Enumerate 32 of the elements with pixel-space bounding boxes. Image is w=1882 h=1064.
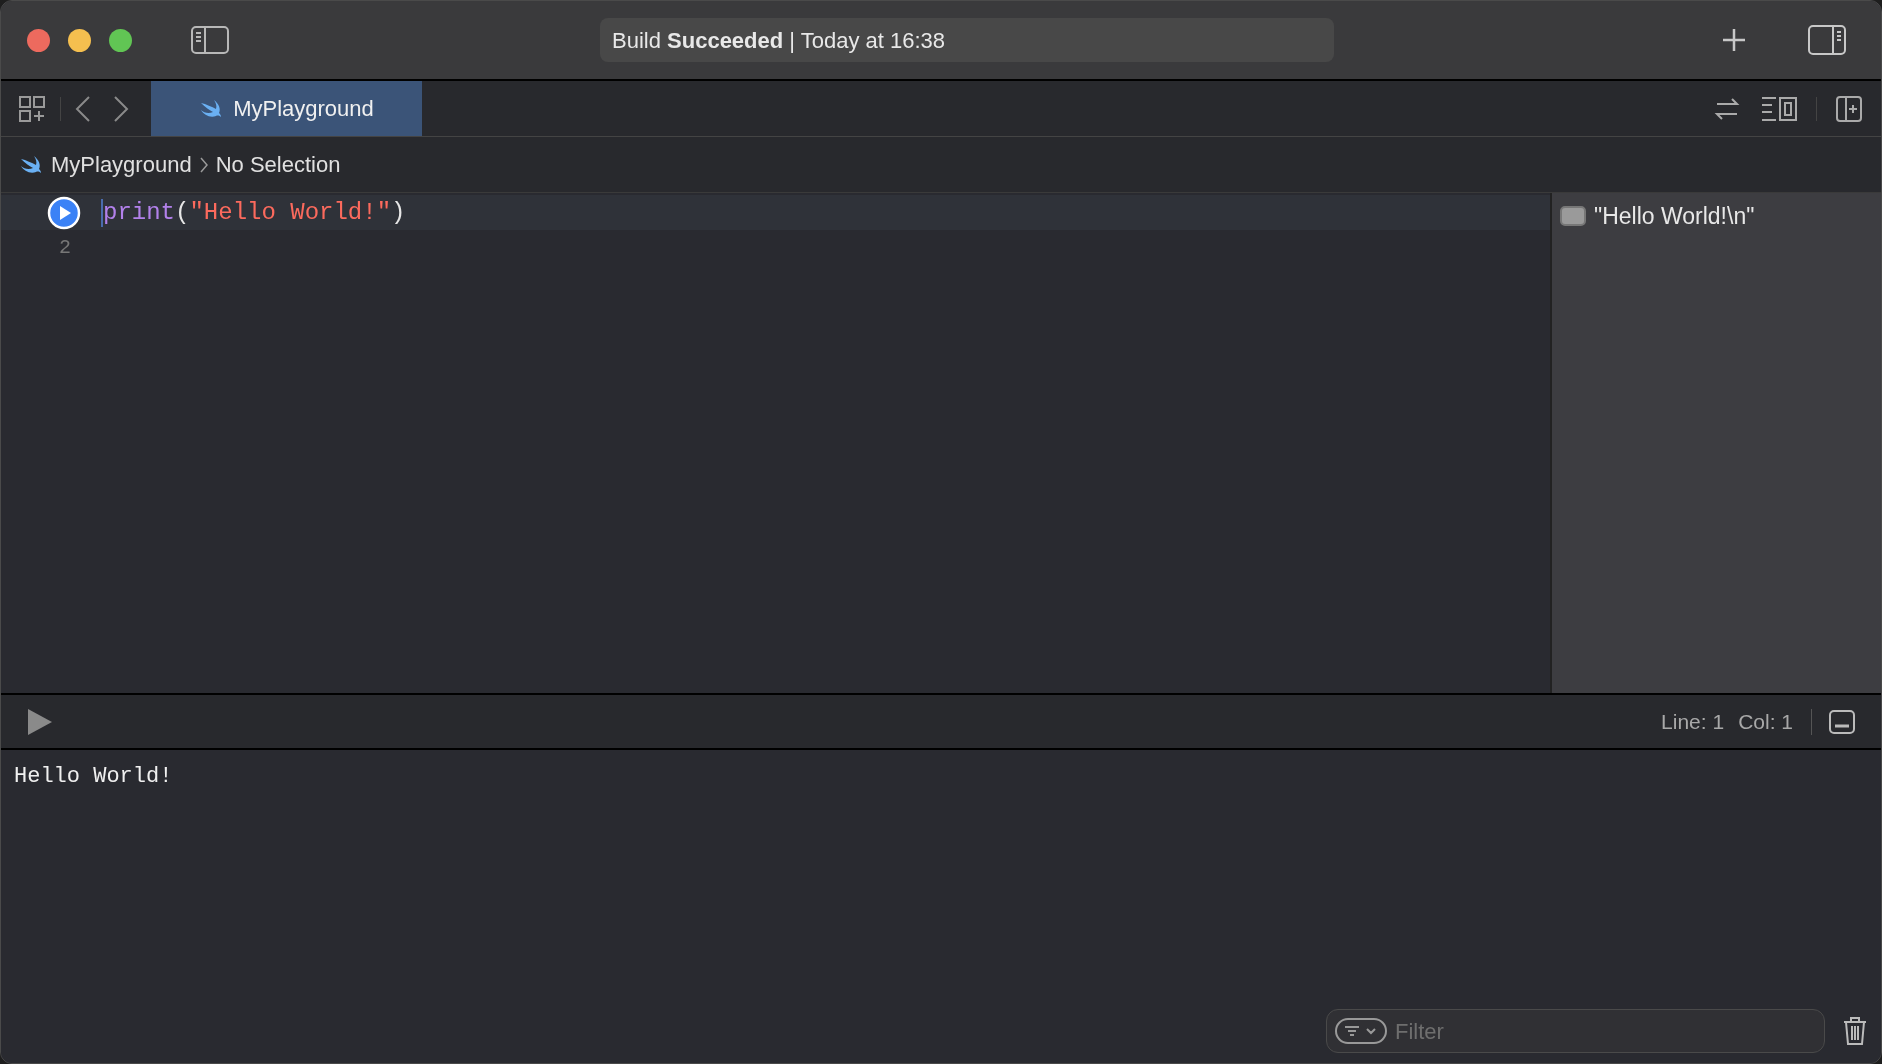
sidebar-toggle-icon[interactable]: [190, 25, 230, 55]
minimize-button[interactable]: [68, 28, 91, 52]
result-value: "Hello World!\n": [1594, 201, 1755, 231]
swift-icon: [199, 98, 224, 119]
zoom-button[interactable]: [109, 28, 132, 52]
editor-layout-icon[interactable]: [1760, 94, 1798, 123]
add-editor-icon[interactable]: [1835, 94, 1863, 123]
play-icon[interactable]: [26, 706, 54, 737]
trash-icon[interactable]: [1843, 1016, 1867, 1046]
forward-icon[interactable]: [113, 94, 129, 123]
code-line: print("Hello World!"): [103, 197, 406, 228]
filter-input[interactable]: Filter: [1395, 1014, 1816, 1048]
breadcrumb-item[interactable]: MyPlayground: [51, 148, 192, 181]
breadcrumb-item[interactable]: No Selection: [215, 148, 341, 181]
swap-arrows-icon[interactable]: [1714, 95, 1740, 122]
build-status: Build Succeeded | Today at 16:38: [612, 26, 946, 55]
plus-icon[interactable]: [1721, 27, 1747, 53]
editor-tab[interactable]: MyPlayground: [151, 81, 422, 136]
back-icon[interactable]: [75, 94, 91, 123]
inspector-toggle-icon[interactable]: [1807, 24, 1847, 56]
console-output: Hello World!: [13, 763, 174, 791]
filter-menu-icon[interactable]: [1335, 1017, 1387, 1045]
close-button[interactable]: [27, 28, 50, 52]
chevron-icon: [199, 155, 208, 174]
quick-look-toggle[interactable]: [1560, 206, 1586, 226]
column-indicator: Col: 1: [1738, 708, 1793, 735]
line-number: 2: [59, 234, 72, 261]
filter-field[interactable]: Filter: [1326, 1009, 1825, 1053]
grid-icon[interactable]: [18, 94, 46, 123]
console-toggle-icon[interactable]: [1828, 708, 1856, 735]
swift-icon: [19, 154, 43, 175]
line-indicator: Line: 1: [1661, 708, 1725, 735]
